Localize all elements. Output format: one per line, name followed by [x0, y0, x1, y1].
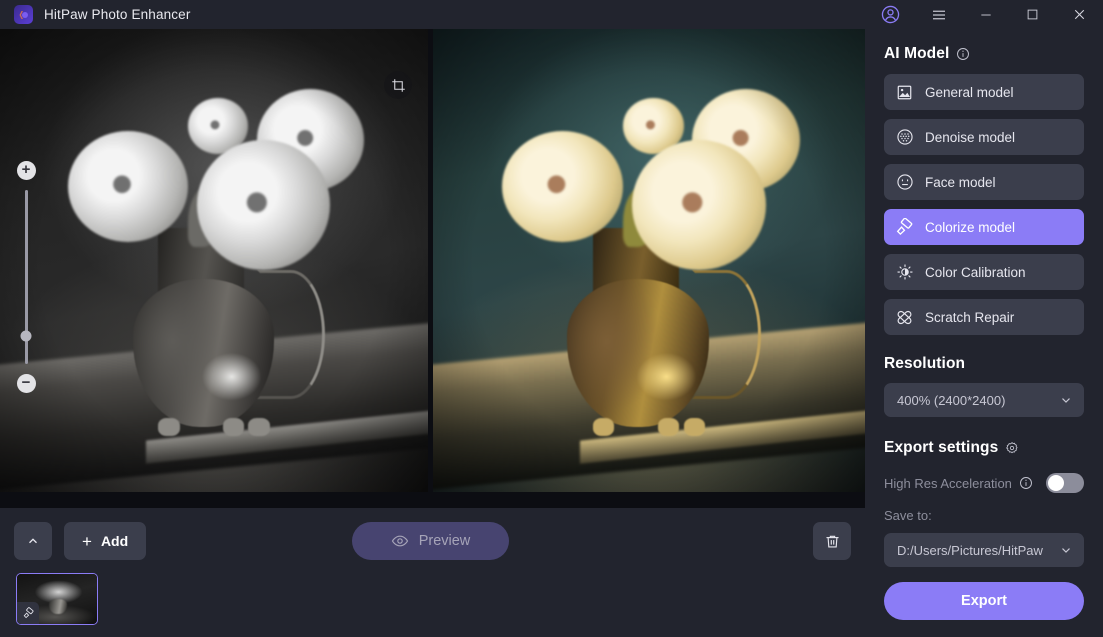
model-item-colorize[interactable]: Colorize model [884, 209, 1084, 245]
photo-vignette [433, 29, 865, 492]
save-to-path: D:/Users/Pictures/HitPaw [897, 542, 1043, 558]
model-item-label: Denoise model [925, 129, 1016, 145]
crop-icon[interactable] [384, 71, 412, 99]
photo-vignette [0, 29, 428, 492]
ai-model-title-text: AI Model [884, 45, 950, 62]
image-stage: + − [0, 29, 865, 492]
add-button-label: Add [100, 533, 129, 549]
minimize-button[interactable] [962, 0, 1009, 29]
model-item-label: Face model [925, 174, 996, 190]
eye-icon [391, 535, 408, 547]
info-circle-icon[interactable] [956, 47, 970, 61]
bandage-icon [895, 308, 914, 327]
enhanced-photo [433, 29, 865, 492]
stage-bottom-gap [0, 492, 865, 508]
enhanced-photo-pane[interactable] [433, 29, 865, 492]
zoom-slider-track[interactable] [20, 190, 32, 364]
model-item-label: Scratch Repair [925, 309, 1015, 325]
model-item-denoise[interactable]: Denoise model [884, 119, 1084, 155]
resolution-select[interactable]: 400% (2400*2400) [884, 383, 1084, 417]
resolution-selected-value: 400% (2400*2400) [897, 392, 1006, 408]
chevron-down-icon [1062, 548, 1070, 553]
model-item-label: Color Calibration [925, 264, 1026, 280]
thumbnail-vase [49, 599, 67, 614]
model-item-label: General model [925, 84, 1014, 100]
high-res-label: High Res Acceleration [884, 475, 1012, 491]
app-window: HitPaw Photo Enhancer + − + Add Preview … [0, 0, 1103, 637]
bottom-bar: + Add Preview [0, 508, 865, 637]
resolution-section-title: Resolution [884, 355, 1084, 373]
ai-model-list: General model Denoise model Face model C… [884, 74, 1084, 335]
model-item-general[interactable]: General model [884, 74, 1084, 110]
model-item-scratch-repair[interactable]: Scratch Repair [884, 299, 1084, 335]
model-item-color-calibration[interactable]: Color Calibration [884, 254, 1084, 290]
ai-model-section-title: AI Model [884, 45, 1084, 63]
zoom-in-button[interactable]: + [16, 161, 36, 180]
save-to-label: Save to: [884, 508, 932, 523]
halftone-circle-icon [895, 128, 914, 147]
export-settings-title-text: Export settings [884, 439, 999, 456]
zoom-slider-handle[interactable] [20, 330, 32, 342]
save-to-select[interactable]: D:/Users/Pictures/HitPaw [884, 533, 1084, 567]
chevron-down-icon [1062, 398, 1070, 403]
thumbnail-original[interactable] [16, 573, 98, 625]
plus-icon: + [82, 531, 92, 551]
colorize-roller-icon [17, 602, 39, 624]
title-bar: HitPaw Photo Enhancer [0, 0, 1103, 29]
export-button[interactable]: Export [884, 582, 1084, 620]
bottom-bar-actions: + Add Preview [14, 522, 851, 560]
right-settings-panel: AI Model General model Denoise model Fac… [865, 29, 1103, 637]
preview-button[interactable]: Preview [352, 522, 509, 560]
export-settings-section-title: Export settings [884, 439, 1084, 457]
menu-button[interactable] [915, 0, 962, 29]
close-button[interactable] [1056, 0, 1103, 29]
collapse-panel-button[interactable] [14, 522, 52, 560]
zoom-out-button[interactable]: − [16, 374, 36, 393]
high-res-acceleration-toggle[interactable] [1046, 473, 1084, 493]
delete-button[interactable] [813, 522, 851, 560]
colorize-roller-icon [895, 217, 914, 237]
original-photo [0, 29, 428, 492]
hitpaw-logo-icon [14, 5, 33, 24]
original-photo-pane[interactable]: + − [0, 29, 428, 492]
face-icon [895, 173, 914, 192]
preview-button-label: Preview [418, 533, 471, 549]
gear-icon[interactable] [1005, 441, 1019, 455]
export-button-label: Export [961, 593, 1007, 609]
zoom-slider[interactable]: + − [16, 161, 36, 393]
model-item-face[interactable]: Face model [884, 164, 1084, 200]
add-button[interactable]: + Add [64, 522, 147, 560]
app-title: HitPaw Photo Enhancer [44, 7, 191, 22]
model-item-label: Colorize model [925, 219, 1016, 235]
info-circle-icon[interactable] [1019, 476, 1033, 490]
account-button[interactable] [865, 0, 915, 29]
toggle-knob [1048, 475, 1064, 491]
resolution-title-text: Resolution [884, 355, 966, 372]
half-sun-icon [895, 263, 914, 282]
maximize-button[interactable] [1009, 0, 1056, 29]
thumbnail-strip [16, 573, 98, 625]
high-res-acceleration-row: High Res Acceleration [884, 471, 1084, 495]
picture-icon [895, 83, 914, 102]
